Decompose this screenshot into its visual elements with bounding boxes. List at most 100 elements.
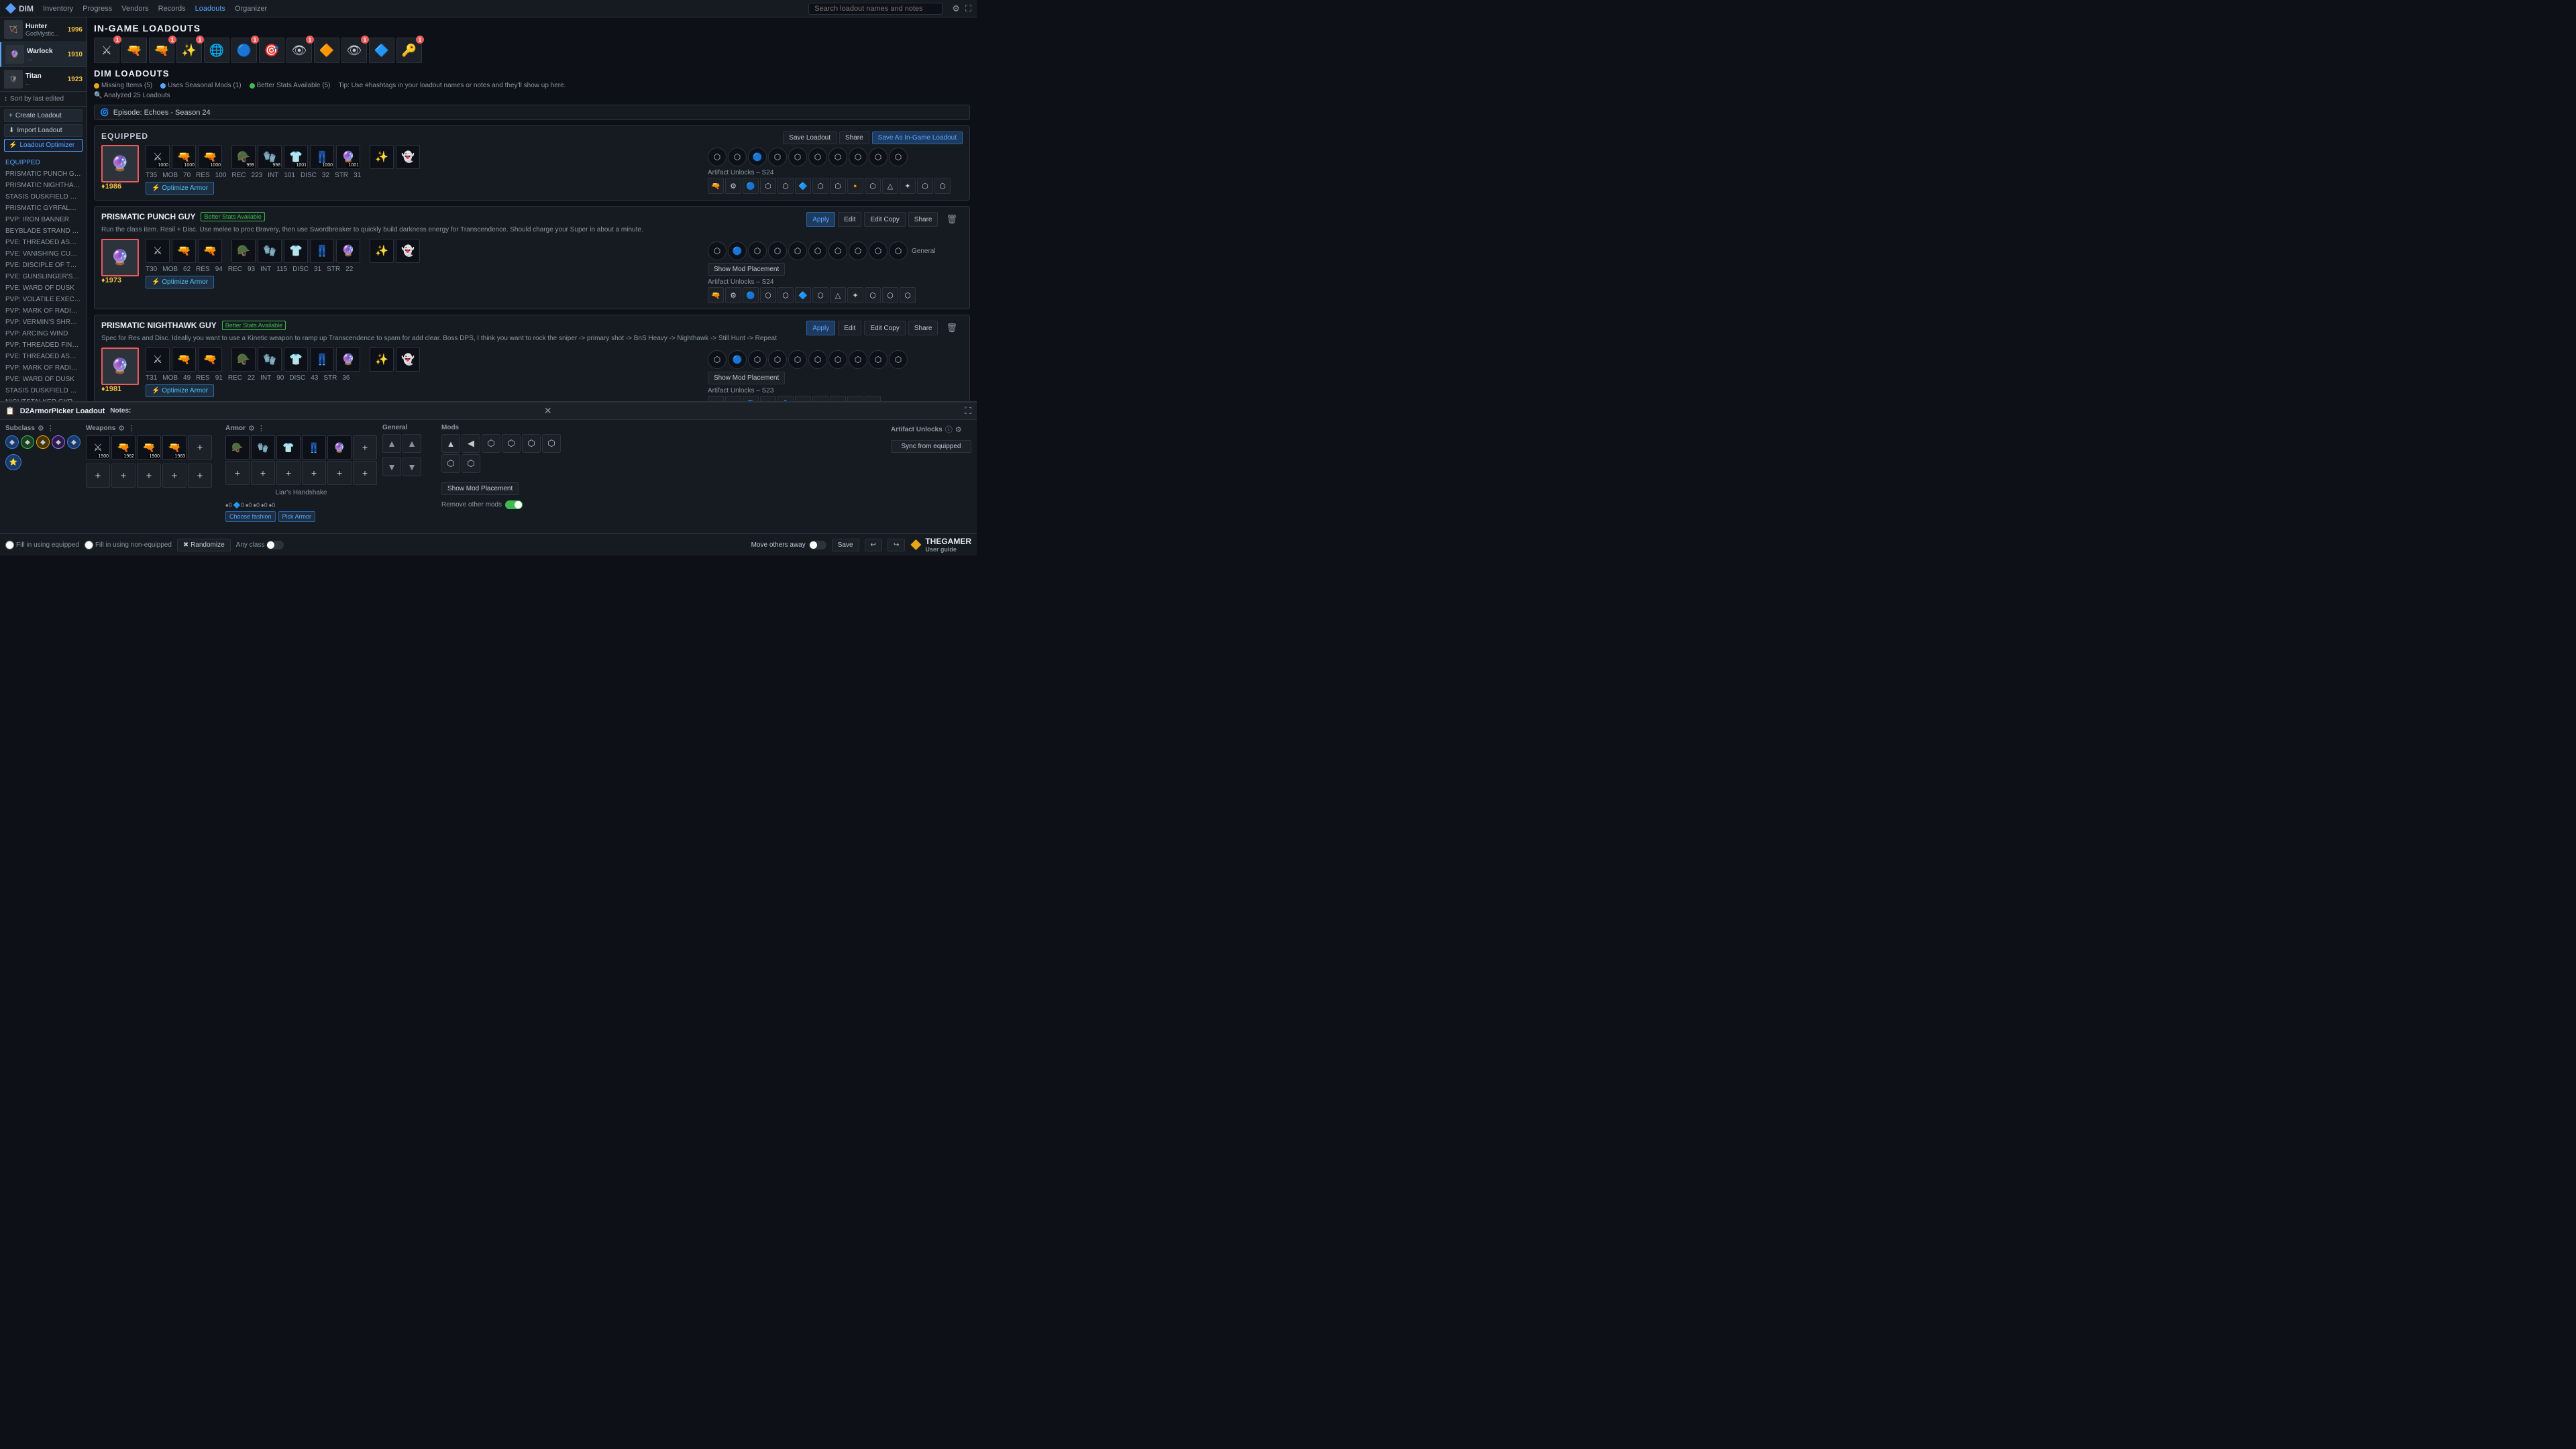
armor-chest[interactable]: 👕 <box>276 435 301 460</box>
choose-fashion-btn[interactable]: Choose fashion <box>225 511 276 522</box>
create-loadout-btn[interactable]: + Create Loadout <box>4 109 83 122</box>
nh-artifact-0[interactable]: 🔫 <box>708 396 724 401</box>
ingame-slot-9[interactable]: 👁1 <box>341 38 367 63</box>
mod-icon-0[interactable]: ▲ <box>441 434 460 453</box>
nh-artifact-6[interactable]: △ <box>812 396 828 401</box>
mod-slot-5[interactable]: ⬡ <box>808 148 827 166</box>
ingame-slot-4[interactable]: 🌐 <box>204 38 229 63</box>
punch-mod-4[interactable]: ⬡ <box>788 241 807 260</box>
artifact-icon-1[interactable]: ⚙ <box>725 178 741 194</box>
armor-settings-btn[interactable]: ⚙ <box>248 424 255 433</box>
punch-show-mods-btn[interactable]: Show Mod Placement <box>708 263 785 276</box>
item-subclass[interactable]: ✨ <box>370 145 394 169</box>
nighthawk-ghost[interactable]: 👻 <box>396 347 420 372</box>
save-loadout-btn[interactable]: Save Loadout <box>783 131 837 144</box>
p-artifact-11[interactable]: ⬡ <box>900 287 916 303</box>
import-loadout-btn[interactable]: ⬇ Import Loadout <box>4 124 83 137</box>
p-artifact-1[interactable]: ⚙ <box>725 287 741 303</box>
weapons-info-btn[interactable]: ⋮ <box>127 424 135 433</box>
weapon-slot3[interactable]: 🔫1983 <box>162 435 186 460</box>
nighthawk-helmet[interactable]: 🪖 <box>231 347 256 372</box>
nh-artifact-7[interactable]: ✦ <box>830 396 846 401</box>
armor-class[interactable]: 🔮 <box>327 435 352 460</box>
nighthawk-show-mods-btn[interactable]: Show Mod Placement <box>708 372 785 384</box>
p-artifact-10[interactable]: ⬡ <box>882 287 898 303</box>
nighthawk-class[interactable]: 🔮 <box>336 347 360 372</box>
p-artifact-0[interactable]: 🔫 <box>708 287 724 303</box>
weapon-empty0[interactable]: + <box>86 464 110 488</box>
artifact-icon-10[interactable]: △ <box>882 178 898 194</box>
nighthawk-heavy[interactable]: 🔫 <box>198 347 222 372</box>
nighthawk-arms[interactable]: 🧤 <box>258 347 282 372</box>
artifact-icon-6[interactable]: ⬡ <box>812 178 828 194</box>
mod-icon-1[interactable]: ◀ <box>462 434 480 453</box>
armor-empty-3[interactable]: + <box>302 461 326 485</box>
artifact-icon-2[interactable]: 🔵 <box>743 178 759 194</box>
p-artifact-4[interactable]: ⬡ <box>777 287 794 303</box>
nh-artifact-4[interactable]: 🔷 <box>777 396 794 401</box>
mod-slot-0[interactable]: ⬡ <box>708 148 727 166</box>
nighthawk-mod-8[interactable]: ⬡ <box>869 350 888 369</box>
nighthawk-legs[interactable]: 👖 <box>310 347 334 372</box>
artifact-icon-13[interactable]: ⬡ <box>934 178 951 194</box>
artifact-icon-12[interactable]: ⬡ <box>917 178 933 194</box>
ingame-slot-3[interactable]: ✨1 <box>176 38 202 63</box>
gem-purple-0[interactable]: ◆ <box>52 435 65 449</box>
punch-chest[interactable]: 👕 <box>284 239 308 263</box>
item-energy[interactable]: 🔫1000 <box>172 145 196 169</box>
weapon-empty2[interactable]: + <box>137 464 161 488</box>
sidebar-item-prismatic-gyrfalcon[interactable]: PRISMATIC GYRFALCON GUY <box>0 203 87 214</box>
artifact-settings-btn[interactable]: ⚙ <box>955 425 962 434</box>
undo-btn[interactable]: ↩ <box>865 539 882 551</box>
punch-mod-3[interactable]: ⬡ <box>768 241 787 260</box>
sidebar-item-stasis-duskfield[interactable]: STASIS DUSKFIELD GUY <box>0 191 87 203</box>
artifact-icon-7[interactable]: ⬡ <box>830 178 846 194</box>
move-away-toggle[interactable] <box>809 541 826 549</box>
item-legs[interactable]: 👖1000 <box>310 145 334 169</box>
nh-artifact-8[interactable]: ⬡ <box>847 396 863 401</box>
punch-mod-7[interactable]: ⬡ <box>849 241 867 260</box>
ingame-slot-2[interactable]: 🔫1 <box>149 38 174 63</box>
sidebar-item-prismatic-punch[interactable]: PRISMATIC PUNCH GUY <box>0 168 87 180</box>
nighthawk-share-btn[interactable]: Share <box>908 321 938 335</box>
save-btn[interactable]: Save <box>832 539 859 551</box>
subclass-info-btn[interactable]: ⋮ <box>47 424 54 433</box>
gem-blue-1[interactable]: ◆ <box>67 435 80 449</box>
punch-mod-2[interactable]: ⬡ <box>748 241 767 260</box>
punch-mod-5[interactable]: ⬡ <box>808 241 827 260</box>
pick-armor-btn[interactable]: Pick Armor <box>278 511 316 522</box>
mod-icon-6[interactable]: ⬡ <box>441 454 460 473</box>
punch-delete-btn[interactable]: 🗑 <box>941 212 963 227</box>
armor-helmet[interactable]: 🪖 <box>225 435 250 460</box>
punch-ghost[interactable]: 👻 <box>396 239 420 263</box>
sidebar-item-pve-ward2[interactable]: PVE: WARD OF DUSK <box>0 374 87 385</box>
mod-icon-3[interactable]: ⬡ <box>502 434 521 453</box>
sidebar-item-pvp-vermin[interactable]: PVP: VERMIN'S SHROUD <box>0 317 87 328</box>
nighthawk-mod-2[interactable]: ⬡ <box>748 350 767 369</box>
sync-equipped-btn[interactable]: Sync from equipped <box>891 440 971 453</box>
sidebar-item-pvp-iron-banner[interactable]: PVP: IRON BANNER <box>0 214 87 225</box>
sidebar-item-pvp-threaded[interactable]: PVP: THREADED FINALITY <box>0 339 87 351</box>
nighthawk-energy[interactable]: 🔫 <box>172 347 196 372</box>
weapon-empty4[interactable]: + <box>188 464 212 488</box>
punch-editcopy-btn[interactable]: Edit Copy <box>864 212 905 227</box>
character-hunter[interactable]: 🏹 Hunter GodMystic... 1996 <box>0 17 87 42</box>
punch-energy[interactable]: 🔫 <box>172 239 196 263</box>
mod-icon-2[interactable]: ⬡ <box>482 434 500 453</box>
nighthawk-editcopy-btn[interactable]: Edit Copy <box>864 321 905 335</box>
optimize-armor-nighthawk[interactable]: ⚡ Optimize Armor <box>146 384 214 397</box>
sidebar-item-pvp-mark2[interactable]: PVP: MARK OF RADIANCE <box>0 362 87 374</box>
item-arms[interactable]: 🧤998 <box>258 145 282 169</box>
sidebar-item-beyblade[interactable]: BEYBLADE STRAND GUY <box>0 225 87 237</box>
ingame-slot-7[interactable]: 👁1 <box>286 38 312 63</box>
nh-artifact-9[interactable]: ⬡ <box>865 396 881 401</box>
fill-equipped-check[interactable]: Fill in using equipped <box>5 541 79 549</box>
mod-icon-5[interactable]: ⬡ <box>542 434 561 453</box>
p-artifact-8[interactable]: ✦ <box>847 287 863 303</box>
nh-artifact-3[interactable]: ⬡ <box>760 396 776 401</box>
armor-empty-0[interactable]: + <box>225 461 250 485</box>
punch-helmet[interactable]: 🪖 <box>231 239 256 263</box>
sidebar-item-pve-disciple[interactable]: PVE: DISCIPLE OF THE VOID <box>0 260 87 271</box>
ingame-slot-5[interactable]: 🔵1 <box>231 38 257 63</box>
gem-yellow-0[interactable]: ◆ <box>36 435 50 449</box>
